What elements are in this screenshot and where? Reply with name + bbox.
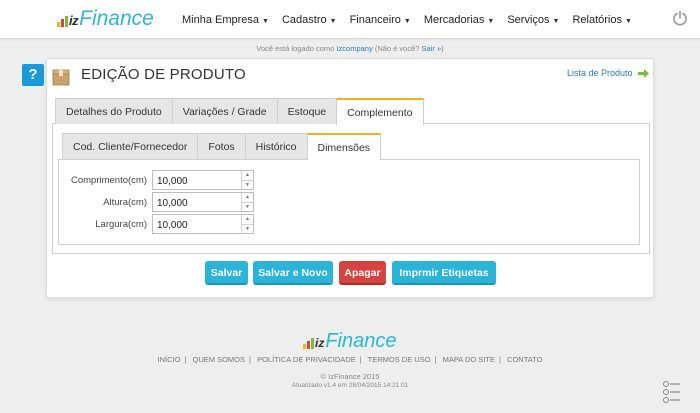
nav-minha-empresa[interactable]: Minha Empresa ▼ [182, 14, 269, 26]
comprimento-input[interactable] [153, 172, 239, 191]
altura-spinner: ▲ ▼ [241, 193, 253, 211]
subtab-cod-cliente-fornecedor[interactable]: Cod. Cliente/Fornecedor [62, 133, 199, 159]
footer-link-politica[interactable]: POLÍTICA DE PRIVACIDADE [257, 355, 356, 364]
largura-row: Largura(cm) ▲ ▼ [58, 214, 254, 235]
subtab-dimensoes[interactable]: Dimensões [306, 133, 382, 160]
comprimento-label: Comprimento(cm) [70, 174, 147, 186]
altura-label: Altura(cm) [103, 196, 147, 208]
nav-mercadorias[interactable]: Mercadorias ▼ [424, 14, 494, 26]
footer-link-quem-somos[interactable]: QUEM SOMOS [193, 355, 246, 364]
largura-spinner: ▲ ▼ [241, 215, 253, 233]
logo-bars-icon [57, 15, 68, 27]
comprimento-row: Comprimento(cm) ▲ ▼ [58, 170, 254, 191]
altura-input[interactable] [153, 194, 239, 213]
copyright: © IzFinance 2015 [320, 372, 380, 381]
spin-down-icon[interactable]: ▼ [242, 181, 253, 190]
tab-estoque[interactable]: Estoque [276, 98, 338, 124]
product-list-link[interactable]: Lista de Produto [567, 68, 649, 78]
version-info: Atualizado v1.4 em 28/04/2015 14:21:01 [291, 382, 409, 389]
help-button[interactable]: ? [22, 64, 44, 86]
nav-servicos[interactable]: Serviços ▼ [507, 14, 559, 26]
altura-row: Altura(cm) ▲ ▼ [58, 192, 254, 213]
product-box-icon [52, 69, 70, 86]
main-menu: Minha Empresa ▼ Cadastro ▼ Financeiro ▼ Mer… [182, 0, 645, 39]
chevron-down-icon: ▼ [487, 17, 495, 25]
chevron-down-icon: ▼ [403, 17, 411, 25]
subtab-fotos[interactable]: Fotos [197, 133, 246, 159]
nav-relatorios[interactable]: Relatórios ▼ [572, 14, 631, 26]
product-tabs: Detalhes do Produto Variações / Grade Es… [55, 98, 424, 125]
nav-cadastro[interactable]: Cadastro ▼ [282, 14, 337, 26]
chevron-down-icon: ▼ [624, 17, 632, 25]
top-navbar: iz Finance Minha Empresa ▼ Cadastro ▼ Fina… [0, 0, 700, 39]
logo-finance-text: Finance [79, 7, 154, 30]
largura-label: Largura(cm) [95, 218, 147, 230]
logout-link[interactable]: Sair » [422, 44, 442, 53]
session-info: Você está logado como Izcompany (Não é v… [256, 44, 444, 53]
sitemap-icon[interactable] [662, 380, 682, 408]
spin-up-icon[interactable]: ▲ [242, 215, 253, 225]
save-button[interactable]: Salvar [205, 261, 248, 285]
largura-input[interactable] [153, 216, 239, 235]
chevron-down-icon: ▼ [552, 17, 560, 25]
footer-logo: iz Finance [303, 330, 397, 352]
session-user-link[interactable]: Izcompany [336, 44, 372, 53]
save-and-new-button[interactable]: Salvar e Novo [253, 261, 333, 285]
logo-bars-icon [303, 338, 314, 349]
spin-up-icon[interactable]: ▲ [242, 171, 253, 181]
largura-stepper: ▲ ▼ [152, 214, 254, 235]
page-title: EDIÇÃO DE PRODUTO [81, 66, 246, 83]
print-labels-button[interactable]: Imprmir Etiquetas [392, 261, 496, 285]
arrow-right-icon [637, 68, 649, 78]
spin-down-icon[interactable]: ▼ [242, 203, 253, 212]
footer-link-mapa[interactable]: MAPA DO SITE [443, 355, 495, 364]
footer-logo-finance-text: Finance [325, 330, 397, 352]
footer-link-inicio[interactable]: INÍCIO [158, 355, 181, 364]
footer-link-termos[interactable]: TERMOS DE USO [368, 355, 431, 364]
tab-variacoes-grade[interactable]: Variações / Grade [171, 98, 278, 124]
comprimento-stepper: ▲ ▼ [152, 170, 254, 191]
footer-links: INÍCIO | QUEM SOMOS | POLÍTICA DE PRIVACID… [157, 355, 543, 364]
delete-button[interactable]: Apagar [339, 261, 386, 285]
footer-logo-iz-text: iz [315, 336, 325, 350]
comprimento-spinner: ▲ ▼ [241, 171, 253, 189]
logo-iz-text: iz [69, 13, 79, 28]
footer-link-contato[interactable]: CONTATO [507, 355, 542, 364]
brand-logo[interactable]: iz Finance [57, 8, 154, 30]
spin-down-icon[interactable]: ▼ [242, 225, 253, 234]
subtab-historico[interactable]: Histórico [244, 133, 308, 159]
tab-complemento[interactable]: Complemento [336, 98, 424, 125]
nav-financeiro[interactable]: Financeiro ▼ [350, 14, 411, 26]
tab-detalhes-produto[interactable]: Detalhes do Produto [55, 98, 173, 124]
chevron-down-icon: ▼ [262, 17, 269, 25]
altura-stepper: ▲ ▼ [152, 192, 254, 213]
complement-subtabs: Cod. Cliente/Fornecedor Fotos Histórico … [62, 133, 382, 160]
spin-up-icon[interactable]: ▲ [242, 193, 253, 203]
power-icon[interactable] [672, 10, 688, 26]
chevron-down-icon: ▼ [329, 17, 337, 25]
